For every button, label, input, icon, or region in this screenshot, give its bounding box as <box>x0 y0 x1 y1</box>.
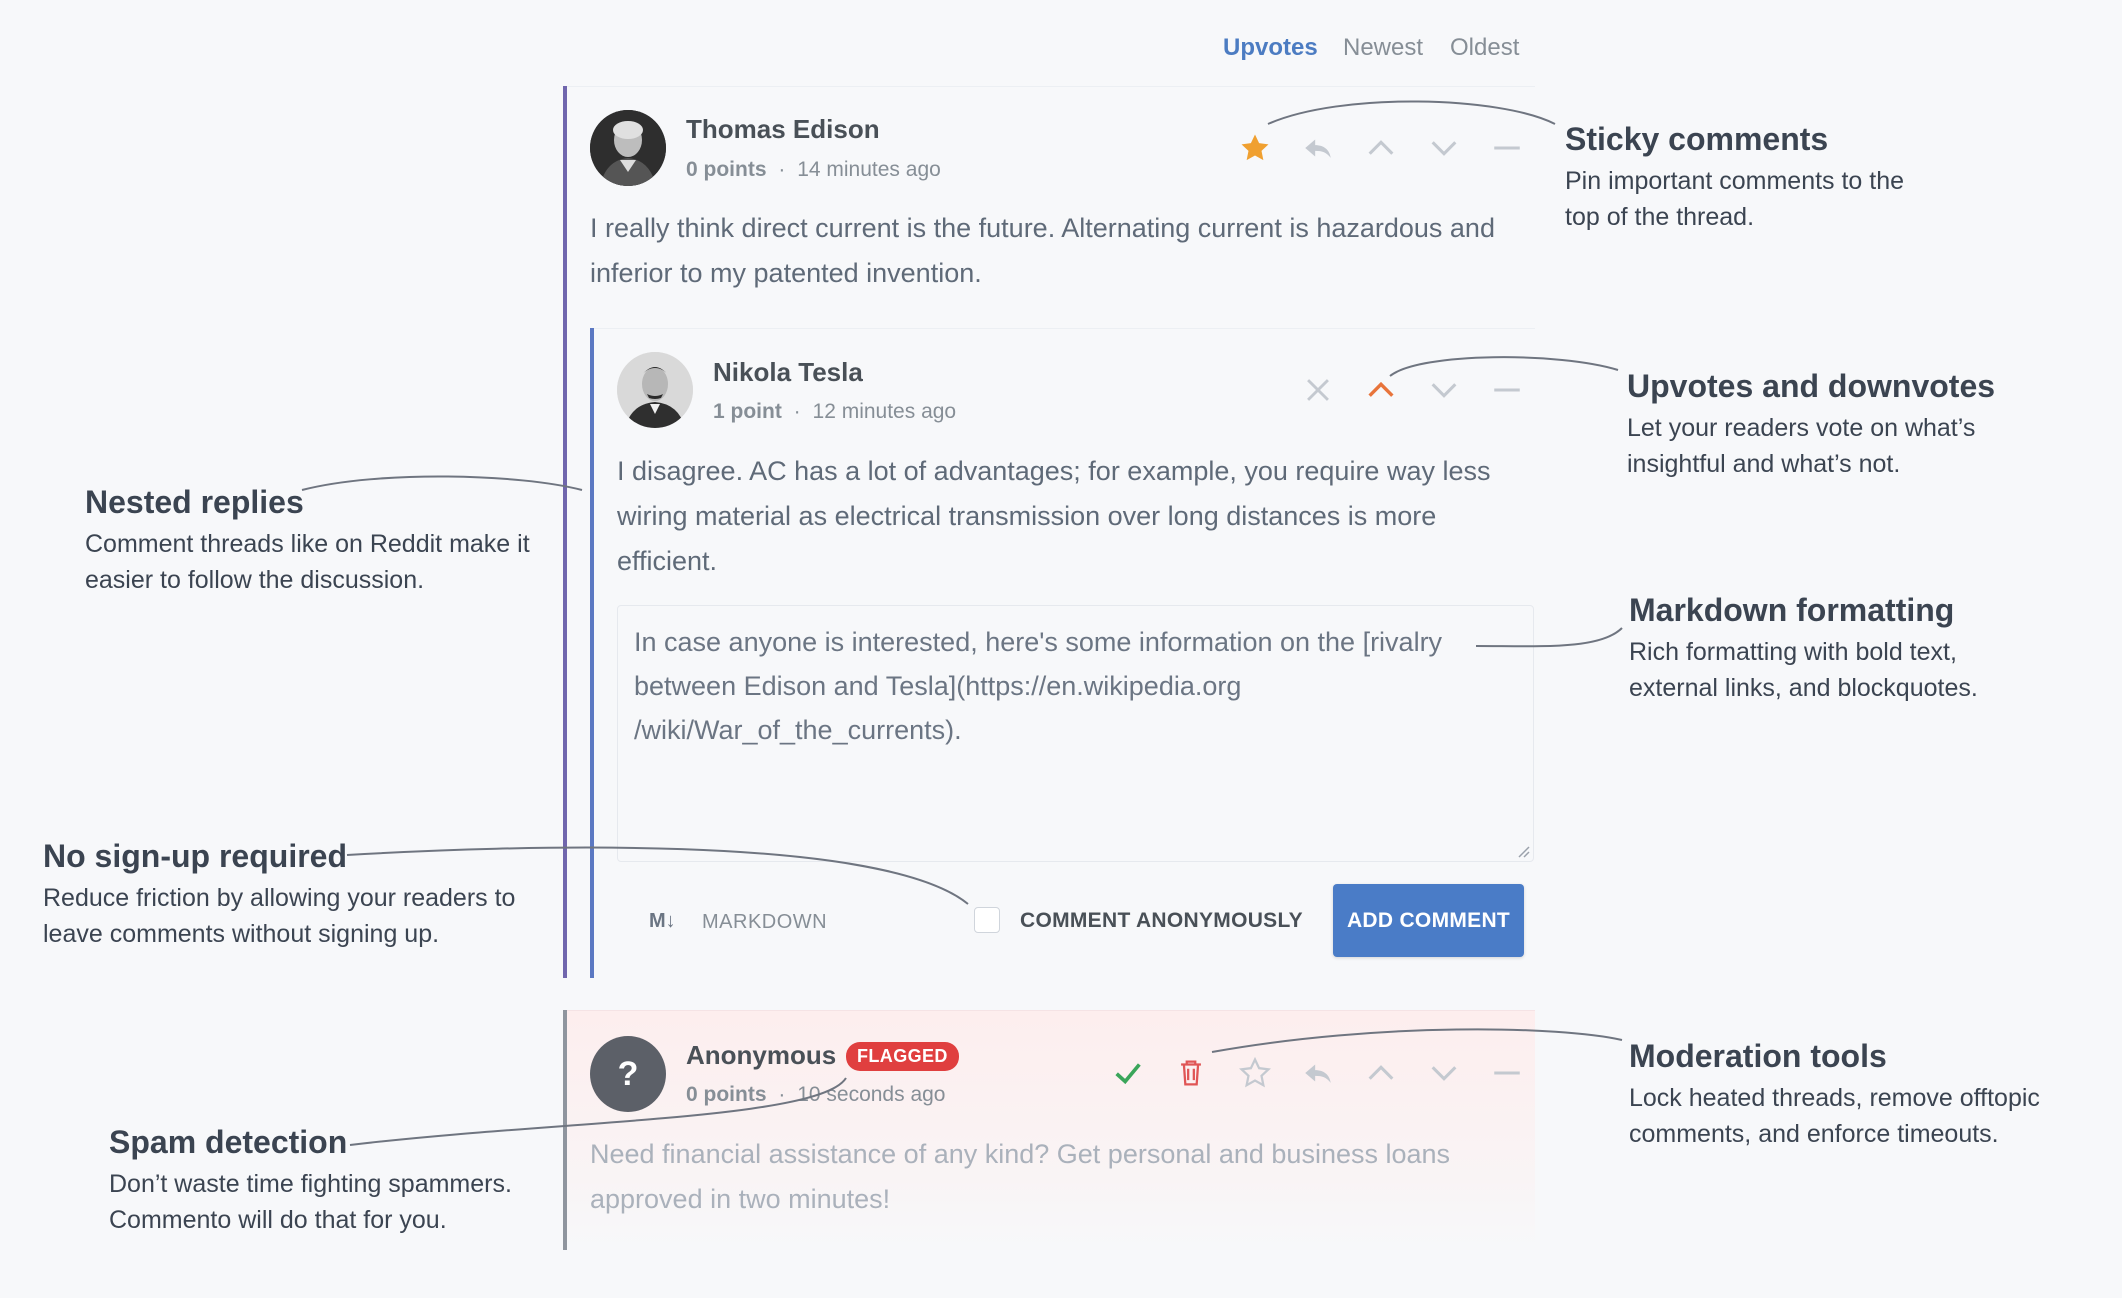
comment-points: 0 points <box>686 158 767 181</box>
trash-icon[interactable] <box>1171 1053 1211 1093</box>
meta-separator: · <box>793 400 801 423</box>
sort-tab-oldest[interactable]: Oldest <box>1450 34 1519 62</box>
comment-meta: 1 point · 12 minutes ago <box>713 400 956 424</box>
reply-icon[interactable] <box>1298 128 1338 168</box>
annotation-desc-sticky: Pin important comments to the top of the… <box>1565 167 1905 231</box>
upvote-icon[interactable] <box>1361 1053 1401 1093</box>
reply-icon[interactable] <box>1298 1053 1338 1093</box>
comment-meta: 0 points · 10 seconds ago <box>686 1083 946 1107</box>
meta-separator: · <box>778 1083 786 1106</box>
comment-body: Need financial assistance of any kind? G… <box>590 1139 1451 1214</box>
annotation-desc-nested: Comment threads like on Reddit make it e… <box>85 530 530 594</box>
avatar[interactable] <box>590 110 666 186</box>
markdown-icon[interactable]: M↓ <box>649 910 676 933</box>
collapse-icon[interactable] <box>1487 1053 1527 1093</box>
anonymous-avatar[interactable]: ? <box>590 1036 666 1112</box>
comment-author[interactable]: Anonymous <box>686 1040 836 1071</box>
annotation-title-moderation: Moderation tools <box>1629 1038 1887 1074</box>
sort-tab-upvotes[interactable]: Upvotes <box>1223 34 1318 62</box>
comment-body: I disagree. AC has a lot of advantages; … <box>617 456 1491 576</box>
reply-textarea[interactable]: In case anyone is interested, here's som… <box>617 605 1534 862</box>
upvote-icon[interactable] <box>1361 128 1401 168</box>
annotation-title-sticky: Sticky comments <box>1565 121 1829 157</box>
star-icon[interactable] <box>1235 1053 1275 1093</box>
annotation-desc-moderation: Lock heated threads, remove offtopic com… <box>1629 1084 2040 1148</box>
annotation-title-spam: Spam detection <box>109 1124 348 1160</box>
comment-points: 1 point <box>713 400 782 423</box>
annotation-desc-spam: Don’t waste time fighting spammers. Comm… <box>109 1170 512 1234</box>
annotation-title-nested: Nested replies <box>85 484 304 520</box>
connector-nested <box>301 475 583 491</box>
markdown-link[interactable]: MARKDOWN <box>702 911 827 934</box>
collapse-icon[interactable] <box>1487 370 1527 410</box>
resize-handle[interactable] <box>1516 844 1530 858</box>
approve-icon[interactable] <box>1108 1053 1148 1093</box>
question-icon: ? <box>617 1054 639 1093</box>
avatar[interactable] <box>617 352 693 428</box>
annotation-desc-signup: Reduce friction by allowing your readers… <box>43 884 516 948</box>
annotation-title-markdown: Markdown formatting <box>1629 592 1955 628</box>
upvote-icon[interactable] <box>1361 370 1401 410</box>
close-icon[interactable] <box>1298 370 1338 410</box>
annotation-title-signup: No sign-up required <box>43 838 347 874</box>
sort-tab-newest[interactable]: Newest <box>1343 34 1423 62</box>
comment-author[interactable]: Nikola Tesla <box>713 357 863 388</box>
comment-time[interactable]: 12 minutes ago <box>813 400 957 423</box>
collapse-icon[interactable] <box>1487 128 1527 168</box>
annotation-desc-votes: Let your readers vote on what’s insightf… <box>1627 414 1976 478</box>
anonymous-checkbox[interactable] <box>974 907 1000 933</box>
comment-points: 0 points <box>686 1083 767 1106</box>
comment-time[interactable]: 14 minutes ago <box>797 158 941 181</box>
comment-meta: 0 points · 14 minutes ago <box>686 158 941 182</box>
downvote-icon[interactable] <box>1424 128 1464 168</box>
annotation-desc-markdown: Rich formatting with bold text, external… <box>1629 638 1978 702</box>
comment-time[interactable]: 10 seconds ago <box>797 1083 945 1106</box>
comment-body: I really think direct current is the fut… <box>590 213 1495 288</box>
annotation-title-votes: Upvotes and downvotes <box>1627 368 1996 404</box>
comment-author[interactable]: Thomas Edison <box>686 114 880 145</box>
downvote-icon[interactable] <box>1424 1053 1464 1093</box>
downvote-icon[interactable] <box>1424 370 1464 410</box>
meta-separator: · <box>778 158 786 181</box>
anonymous-label[interactable]: COMMENT ANONYMOUSLY <box>1020 909 1303 933</box>
star-icon[interactable] <box>1235 128 1275 168</box>
flagged-badge: FLAGGED <box>846 1042 959 1071</box>
add-comment-button[interactable]: ADD COMMENT <box>1333 884 1524 957</box>
